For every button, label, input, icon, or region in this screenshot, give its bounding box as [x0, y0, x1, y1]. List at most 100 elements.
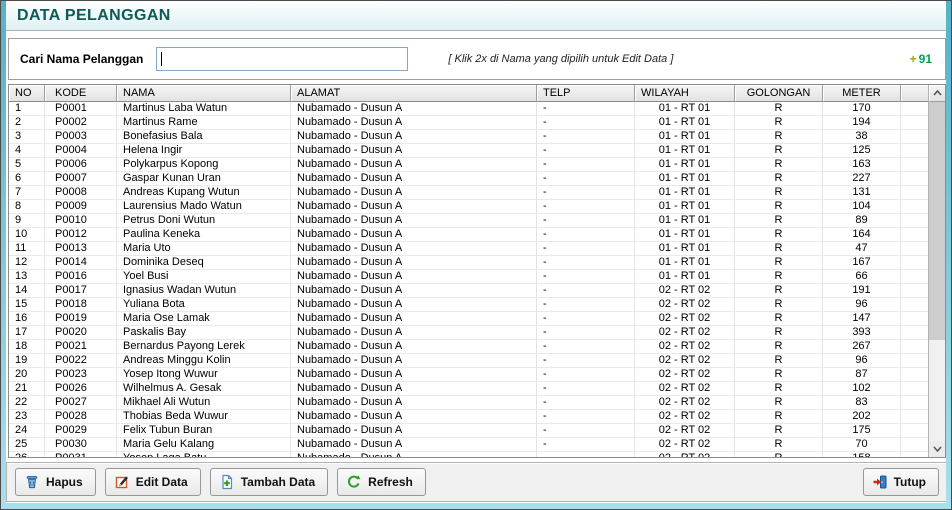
cell-wilayah[interactable]: 01 - RT 01: [635, 242, 735, 256]
cell-telp[interactable]: -: [537, 200, 635, 214]
cell-kode[interactable]: P0001: [45, 102, 117, 116]
cell-no[interactable]: 19: [9, 354, 45, 368]
cell-wilayah[interactable]: 02 - RT 02: [635, 396, 735, 410]
cell-meter[interactable]: 87: [823, 368, 901, 382]
cell-golongan[interactable]: R: [735, 214, 823, 228]
cell-no[interactable]: 11: [9, 242, 45, 256]
cell-nama[interactable]: Gaspar Kunan Uran: [117, 172, 291, 186]
cell-no[interactable]: 24: [9, 424, 45, 438]
cell-telp[interactable]: -: [537, 340, 635, 354]
tutup-button[interactable]: Tutup: [863, 468, 939, 496]
table-row[interactable]: 2 P0002 Martinus Rame Nubamado - Dusun A…: [9, 116, 928, 130]
cell-telp[interactable]: -: [537, 158, 635, 172]
cell-kode[interactable]: P0013: [45, 242, 117, 256]
cell-golongan[interactable]: R: [735, 382, 823, 396]
cell-no[interactable]: 9: [9, 214, 45, 228]
cell-telp[interactable]: -: [537, 382, 635, 396]
cell-alamat[interactable]: Nubamado - Dusun A: [291, 382, 537, 396]
cell-alamat[interactable]: Nubamado - Dusun A: [291, 116, 537, 130]
cell-meter[interactable]: 47: [823, 242, 901, 256]
table-row[interactable]: 26 P0031 Yosep Laga Batu Nubamado - Dusu…: [9, 452, 928, 457]
cell-nama[interactable]: Yosep Laga Batu: [117, 452, 291, 457]
header-telp[interactable]: TELP: [537, 85, 635, 102]
cell-kode[interactable]: P0014: [45, 256, 117, 270]
cell-alamat[interactable]: Nubamado - Dusun A: [291, 228, 537, 242]
cell-no[interactable]: 21: [9, 382, 45, 396]
cell-telp[interactable]: -: [537, 354, 635, 368]
cell-wilayah[interactable]: 01 - RT 01: [635, 200, 735, 214]
table-row[interactable]: 9 P0010 Petrus Doni Wutun Nubamado - Dus…: [9, 214, 928, 228]
cell-alamat[interactable]: Nubamado - Dusun A: [291, 102, 537, 116]
cell-golongan[interactable]: R: [735, 368, 823, 382]
cell-wilayah[interactable]: 02 - RT 02: [635, 298, 735, 312]
scrollbar-up-button[interactable]: [929, 85, 945, 102]
cell-meter[interactable]: 393: [823, 326, 901, 340]
cell-nama[interactable]: Yosep Itong Wuwur: [117, 368, 291, 382]
cell-golongan[interactable]: R: [735, 410, 823, 424]
cell-golongan[interactable]: R: [735, 242, 823, 256]
table-row[interactable]: 21 P0026 Wilhelmus A. Gesak Nubamado - D…: [9, 382, 928, 396]
cell-meter[interactable]: 70: [823, 438, 901, 452]
cell-golongan[interactable]: R: [735, 228, 823, 242]
cell-alamat[interactable]: Nubamado - Dusun A: [291, 270, 537, 284]
header-kode[interactable]: KODE: [45, 85, 117, 102]
cell-alamat[interactable]: Nubamado - Dusun A: [291, 424, 537, 438]
cell-meter[interactable]: 191: [823, 284, 901, 298]
cell-meter[interactable]: 83: [823, 396, 901, 410]
cell-no[interactable]: 10: [9, 228, 45, 242]
cell-telp[interactable]: -: [537, 326, 635, 340]
cell-kode[interactable]: P0021: [45, 340, 117, 354]
cell-meter[interactable]: 202: [823, 410, 901, 424]
cell-golongan[interactable]: R: [735, 354, 823, 368]
cell-golongan[interactable]: R: [735, 172, 823, 186]
cell-nama[interactable]: Paskalis Bay: [117, 326, 291, 340]
cell-kode[interactable]: P0019: [45, 312, 117, 326]
cell-alamat[interactable]: Nubamado - Dusun A: [291, 200, 537, 214]
cell-meter[interactable]: 96: [823, 354, 901, 368]
cell-no[interactable]: 2: [9, 116, 45, 130]
cell-kode[interactable]: P0017: [45, 284, 117, 298]
cell-no[interactable]: 14: [9, 284, 45, 298]
cell-alamat[interactable]: Nubamado - Dusun A: [291, 158, 537, 172]
cell-alamat[interactable]: Nubamado - Dusun A: [291, 172, 537, 186]
cell-kode[interactable]: P0010: [45, 214, 117, 228]
cell-alamat[interactable]: Nubamado - Dusun A: [291, 298, 537, 312]
cell-nama[interactable]: Bernardus Payong Lerek: [117, 340, 291, 354]
cell-nama[interactable]: Paulina Keneka: [117, 228, 291, 242]
table-row[interactable]: 11 P0013 Maria Uto Nubamado - Dusun A - …: [9, 242, 928, 256]
cell-alamat[interactable]: Nubamado - Dusun A: [291, 410, 537, 424]
cell-telp[interactable]: -: [537, 368, 635, 382]
cell-kode[interactable]: P0023: [45, 368, 117, 382]
table-row[interactable]: 19 P0022 Andreas Minggu Kolin Nubamado -…: [9, 354, 928, 368]
cell-telp[interactable]: -: [537, 396, 635, 410]
cell-nama[interactable]: Felix Tubun Buran: [117, 424, 291, 438]
cell-alamat[interactable]: Nubamado - Dusun A: [291, 256, 537, 270]
cell-telp[interactable]: -: [537, 102, 635, 116]
table-row[interactable]: 24 P0029 Felix Tubun Buran Nubamado - Du…: [9, 424, 928, 438]
cell-nama[interactable]: Andreas Kupang Wutun: [117, 186, 291, 200]
cell-alamat[interactable]: Nubamado - Dusun A: [291, 438, 537, 452]
cell-telp[interactable]: -: [537, 130, 635, 144]
cell-wilayah[interactable]: 01 - RT 01: [635, 214, 735, 228]
cell-nama[interactable]: Dominika Deseq: [117, 256, 291, 270]
table-row[interactable]: 15 P0018 Yuliana Bota Nubamado - Dusun A…: [9, 298, 928, 312]
cell-wilayah[interactable]: 01 - RT 01: [635, 102, 735, 116]
cell-golongan[interactable]: R: [735, 326, 823, 340]
cell-nama[interactable]: Mikhael Ali Wutun: [117, 396, 291, 410]
cell-wilayah[interactable]: 01 - RT 01: [635, 130, 735, 144]
cell-wilayah[interactable]: 01 - RT 01: [635, 116, 735, 130]
header-wilayah[interactable]: WILAYAH: [635, 85, 735, 102]
cell-no[interactable]: 26: [9, 452, 45, 457]
cell-alamat[interactable]: Nubamado - Dusun A: [291, 186, 537, 200]
cell-golongan[interactable]: R: [735, 396, 823, 410]
cell-wilayah[interactable]: 02 - RT 02: [635, 452, 735, 457]
cell-no[interactable]: 20: [9, 368, 45, 382]
cell-nama[interactable]: Maria Gelu Kalang: [117, 438, 291, 452]
table-row[interactable]: 17 P0020 Paskalis Bay Nubamado - Dusun A…: [9, 326, 928, 340]
cell-golongan[interactable]: R: [735, 256, 823, 270]
cell-nama[interactable]: Maria Ose Lamak: [117, 312, 291, 326]
cell-meter[interactable]: 267: [823, 340, 901, 354]
cell-kode[interactable]: P0003: [45, 130, 117, 144]
cell-telp[interactable]: -: [537, 228, 635, 242]
cell-alamat[interactable]: Nubamado - Dusun A: [291, 130, 537, 144]
